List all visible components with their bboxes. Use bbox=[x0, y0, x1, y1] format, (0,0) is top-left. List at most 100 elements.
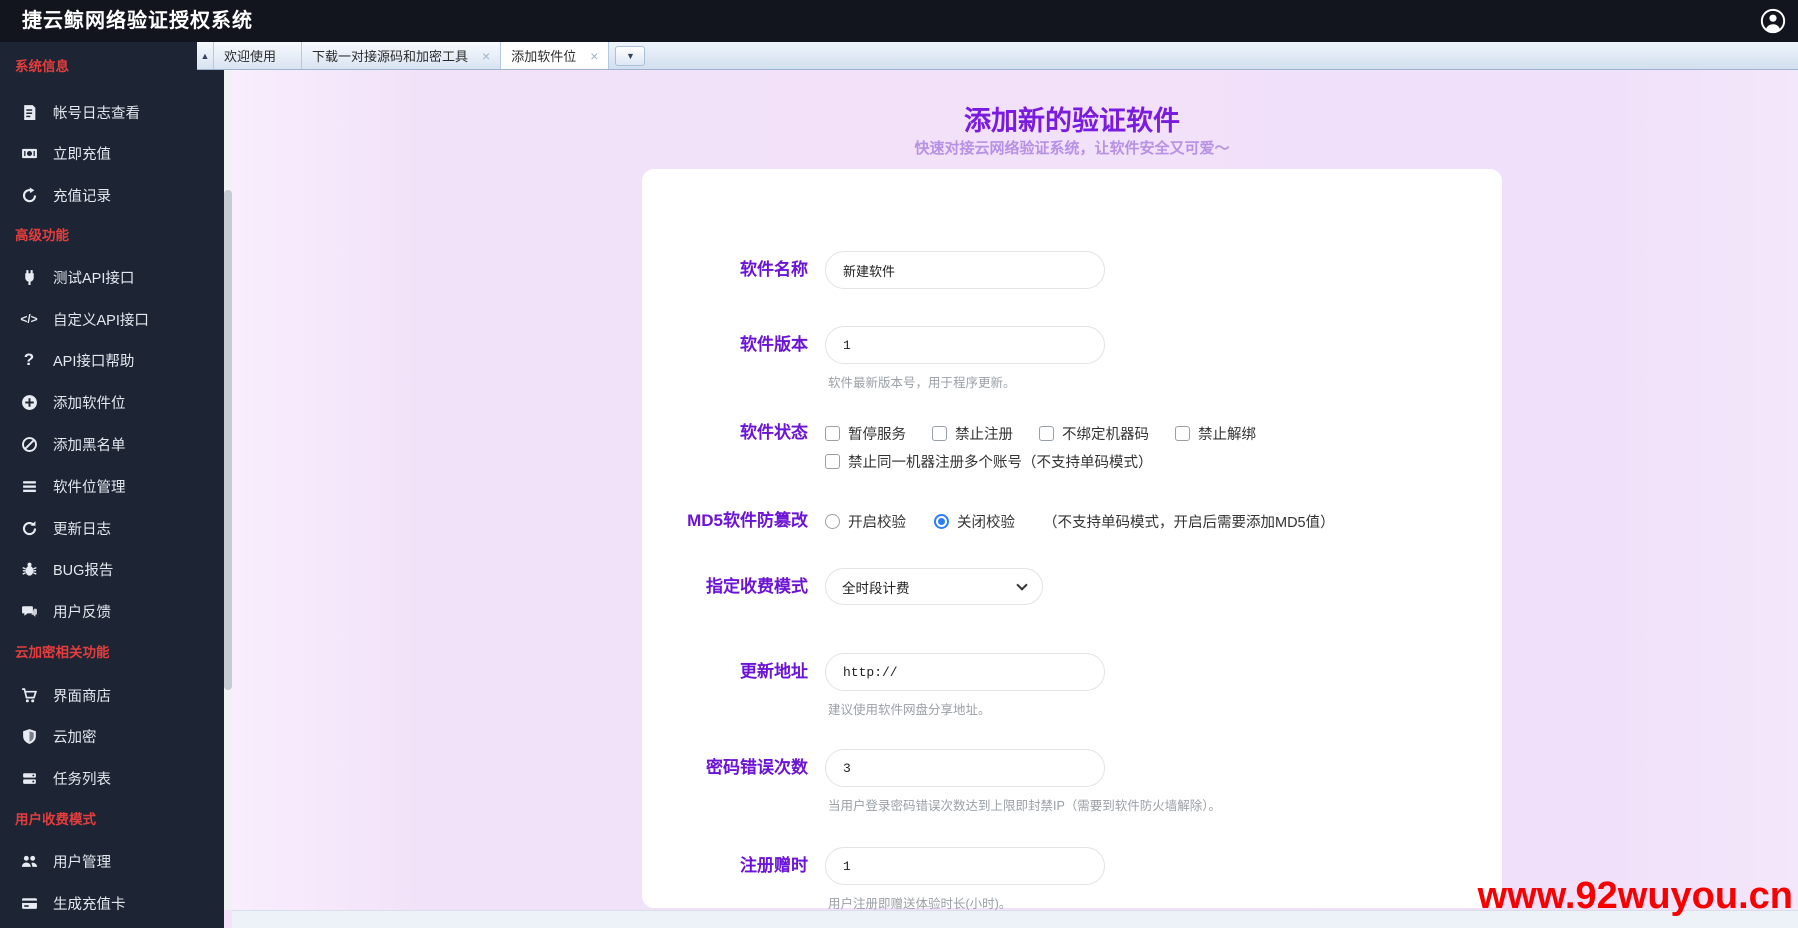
sidebar-item-user-feedback[interactable]: 用户反馈 bbox=[0, 596, 224, 626]
checkbox-label: 禁止同一机器注册多个账号（不支持单码模式） bbox=[848, 451, 1153, 472]
sidebar-item-software-manage[interactable]: 软件位管理 bbox=[0, 471, 224, 501]
sidebar-item-custom-api[interactable]: </> 自定义API接口 bbox=[0, 304, 224, 334]
sidebar-item-bug-report[interactable]: BUG报告 bbox=[0, 554, 224, 584]
sidebar-section-user-billing: 用户收费模式 bbox=[15, 810, 96, 830]
sidebar-item-add-software[interactable]: 添加软件位 bbox=[0, 387, 224, 417]
form-row-software-name: 软件名称 bbox=[642, 251, 1502, 289]
software-name-label: 软件名称 bbox=[642, 251, 808, 289]
radio-checked-icon[interactable] bbox=[934, 514, 949, 529]
radio-md5-on[interactable]: 开启校验 bbox=[825, 511, 906, 532]
checkbox-icon[interactable] bbox=[1175, 426, 1190, 441]
billing-mode-select[interactable]: 全时段计费 bbox=[825, 568, 1043, 605]
sidebar-item-test-api[interactable]: 测试API接口 bbox=[0, 262, 224, 292]
sidebar-item-ui-store[interactable]: 界面商店 bbox=[0, 680, 224, 710]
tab-bar: ▲ 欢迎使用 下载一对接源码和加密工具 × 添加软件位 × ▼ bbox=[197, 42, 1798, 70]
ban-icon bbox=[19, 435, 39, 453]
checkbox-label: 不绑定机器码 bbox=[1062, 423, 1149, 444]
sidebar-item-recharge-history[interactable]: 充值记录 bbox=[0, 180, 224, 210]
document-icon bbox=[19, 103, 39, 121]
tab-scroll-up-button[interactable]: ▲ bbox=[197, 42, 214, 69]
sidebar-item-cloud-encryption[interactable]: 云加密 bbox=[0, 721, 224, 751]
tab-list-dropdown-button[interactable]: ▼ bbox=[615, 46, 645, 66]
register-gift-label: 注册赠时 bbox=[642, 847, 808, 885]
tab-welcome[interactable]: 欢迎使用 bbox=[214, 42, 302, 69]
sidebar-item-label: 帐号日志查看 bbox=[53, 102, 140, 123]
billing-mode-value: 全时段计费 bbox=[842, 577, 910, 597]
history-icon bbox=[19, 186, 39, 204]
checkbox-icon[interactable] bbox=[1039, 426, 1054, 441]
plug-icon bbox=[19, 268, 39, 286]
watermark-text: www.92wuyou.cn bbox=[1478, 875, 1793, 918]
form-row-update-url: 更新地址 建议使用软件网盘分享地址。 bbox=[642, 653, 1502, 718]
form-row-software-version: 软件版本 软件最新版本号，用于程序更新。 bbox=[642, 326, 1502, 391]
checkbox-no-bind-machine[interactable]: 不绑定机器码 bbox=[1039, 423, 1149, 444]
md5-label: MD5软件防篡改 bbox=[642, 507, 808, 535]
scroll-up-icon: ▲ bbox=[201, 51, 210, 61]
update-url-input[interactable] bbox=[825, 653, 1105, 691]
radio-icon[interactable] bbox=[825, 514, 840, 529]
banknote-icon bbox=[19, 144, 39, 162]
sidebar-item-label: 用户反馈 bbox=[53, 601, 111, 622]
server-icon bbox=[19, 769, 39, 787]
form-row-billing-mode: 指定收费模式 全时段计费 bbox=[642, 568, 1502, 605]
close-icon[interactable]: × bbox=[482, 49, 490, 63]
password-errors-input[interactable] bbox=[825, 749, 1105, 787]
sidebar-section-system-info: 系统信息 bbox=[15, 57, 69, 77]
tab-label: 添加软件位 bbox=[511, 46, 576, 65]
radio-md5-off[interactable]: 关闭校验 bbox=[934, 511, 1015, 532]
sidebar-item-label: 云加密 bbox=[53, 726, 97, 747]
sidebar-item-generate-card[interactable]: 生成充值卡 bbox=[0, 888, 224, 918]
register-gift-input[interactable] bbox=[825, 847, 1105, 885]
software-status-label: 软件状态 bbox=[642, 419, 808, 447]
sidebar-item-label: 任务列表 bbox=[53, 768, 111, 789]
sidebar-item-recharge-now[interactable]: 立即充值 bbox=[0, 138, 224, 168]
sidebar-item-label: 生成充值卡 bbox=[53, 893, 126, 914]
tab-download-sdk[interactable]: 下载一对接源码和加密工具 × bbox=[302, 42, 501, 69]
sidebar-item-task-list[interactable]: 任务列表 bbox=[0, 763, 224, 793]
checkbox-forbid-multi-account[interactable]: 禁止同一机器注册多个账号（不支持单码模式） bbox=[825, 451, 1153, 472]
update-url-label: 更新地址 bbox=[642, 653, 808, 691]
sidebar-item-changelog[interactable]: 更新日志 bbox=[0, 513, 224, 543]
sidebar-item-api-help[interactable]: ? API接口帮助 bbox=[0, 345, 224, 375]
checkbox-label: 禁止解绑 bbox=[1198, 423, 1256, 444]
refresh-icon bbox=[19, 519, 39, 537]
form-row-password-errors: 密码错误次数 当用户登录密码错误次数达到上限即封禁IP（需要到软件防火墙解除）。 bbox=[642, 749, 1502, 814]
sidebar-item-account-log[interactable]: 帐号日志查看 bbox=[0, 97, 224, 127]
sidebar-item-user-manage[interactable]: 用户管理 bbox=[0, 846, 224, 876]
radio-label: 开启校验 bbox=[848, 511, 906, 532]
chevron-down-icon bbox=[1016, 579, 1027, 590]
checkbox-icon[interactable] bbox=[932, 426, 947, 441]
form-card: 软件名称 软件版本 软件最新版本号，用于程序更新。 软件状态 暂停服务 禁止注册 bbox=[642, 169, 1502, 908]
users-icon bbox=[19, 852, 39, 870]
shield-icon bbox=[19, 727, 39, 745]
sidebar-item-add-blacklist[interactable]: 添加黑名单 bbox=[0, 429, 224, 459]
tab-add-software[interactable]: 添加软件位 × bbox=[501, 42, 609, 69]
sidebar-item-label: BUG报告 bbox=[53, 559, 113, 580]
checkbox-label: 禁止注册 bbox=[955, 423, 1013, 444]
sidebar-item-label: 添加黑名单 bbox=[53, 434, 126, 455]
sidebar-scrollbar-thumb[interactable] bbox=[224, 190, 232, 690]
bug-icon bbox=[19, 560, 39, 578]
radio-label: 关闭校验 bbox=[957, 511, 1015, 532]
page-title: 添加新的验证软件 bbox=[642, 99, 1502, 138]
page-subtitle: 快速对接云网络验证系统，让软件安全又可爱～ bbox=[642, 137, 1502, 158]
close-icon[interactable]: × bbox=[590, 49, 598, 63]
software-name-input[interactable] bbox=[825, 251, 1105, 289]
checkbox-forbid-register[interactable]: 禁止注册 bbox=[932, 423, 1013, 444]
checkbox-forbid-unbind[interactable]: 禁止解绑 bbox=[1175, 423, 1256, 444]
user-icon[interactable] bbox=[1760, 8, 1786, 34]
checkbox-pause-service[interactable]: 暂停服务 bbox=[825, 423, 906, 444]
password-errors-label: 密码错误次数 bbox=[642, 749, 808, 787]
sidebar-item-label: API接口帮助 bbox=[53, 350, 134, 371]
sidebar-item-label: 充值记录 bbox=[53, 185, 111, 206]
sidebar-item-label: 立即充值 bbox=[53, 143, 111, 164]
software-version-helper: 软件最新版本号，用于程序更新。 bbox=[825, 372, 1105, 391]
sidebar-scrollbar[interactable] bbox=[224, 70, 232, 910]
password-errors-helper: 当用户登录密码错误次数达到上限即封禁IP（需要到软件防火墙解除）。 bbox=[825, 795, 1221, 814]
billing-mode-label: 指定收费模式 bbox=[642, 568, 808, 605]
checkbox-icon[interactable] bbox=[825, 454, 840, 469]
sidebar-section-advanced: 高级功能 bbox=[15, 226, 69, 246]
software-version-input[interactable] bbox=[825, 326, 1105, 364]
sidebar-item-label: 添加软件位 bbox=[53, 392, 126, 413]
checkbox-icon[interactable] bbox=[825, 426, 840, 441]
